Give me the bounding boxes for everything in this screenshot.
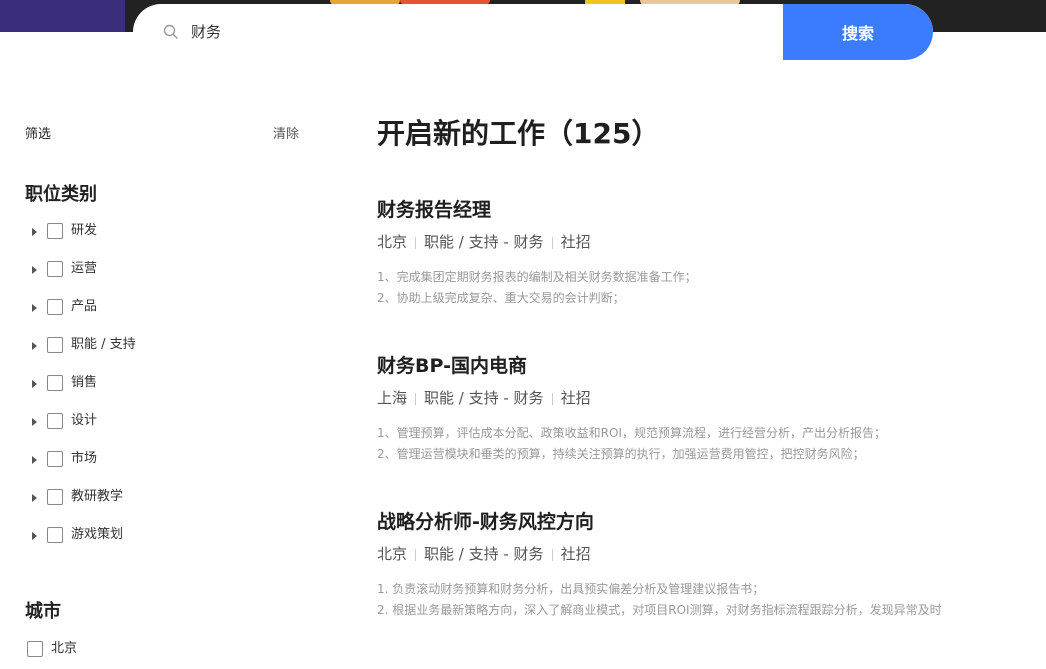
job-category: 职能 / 支持 - 财务 <box>424 233 544 251</box>
job-meta: 北京 职能 / 支持 - 财务 社招 <box>377 231 1046 252</box>
category-item-game-design[interactable]: 游戏策划 <box>25 525 285 563</box>
category-checkbox[interactable] <box>47 489 63 505</box>
job-category: 职能 / 支持 - 财务 <box>424 545 544 563</box>
expand-caret-icon[interactable] <box>32 532 37 540</box>
expand-caret-icon[interactable] <box>32 228 37 236</box>
search-input[interactable]: 财务 <box>191 22 221 42</box>
job-city: 北京 <box>377 545 408 563</box>
job-city: 北京 <box>377 233 408 251</box>
divider <box>415 392 417 405</box>
city-label: 北京 <box>51 641 78 656</box>
job-description: 1. 负责滚动财务预算和财务分析，出具预实偏差分析及管理建议报告书； 2. 根据… <box>377 579 1046 621</box>
job-desc-line: 2、管理运营模块和垂类的预算，持续关注预算的执行，加强运营费用管控，把控财务风险… <box>377 447 865 461</box>
filter-header: 筛选 清除 <box>25 118 305 146</box>
expand-caret-icon[interactable] <box>32 266 37 274</box>
job-title[interactable]: 财务报告经理 <box>377 195 1046 222</box>
category-label: 市场 <box>71 451 98 466</box>
category-checkbox[interactable] <box>47 413 63 429</box>
job-type: 社招 <box>560 389 591 407</box>
job-type: 社招 <box>560 545 591 563</box>
category-checkbox[interactable] <box>47 337 63 353</box>
expand-caret-icon[interactable] <box>32 304 37 312</box>
category-checkbox[interactable] <box>47 451 63 467</box>
job-desc-line: 2. 根据业务最新策略方向，深入了解商业模式，对项目ROI测算，对财务指标流程跟… <box>377 603 942 617</box>
job-description: 1、管理预算，评估成本分配、政策收益和ROI，规范预算流程，进行经营分析，产出分… <box>377 423 1046 465</box>
job-card[interactable]: 财务报告经理 北京 职能 / 支持 - 财务 社招 1、完成集团定期财务报表的编制及… <box>377 195 1046 309</box>
search-icon <box>163 24 178 39</box>
category-label: 游戏策划 <box>71 527 124 542</box>
category-checkbox[interactable] <box>47 261 63 277</box>
expand-caret-icon[interactable] <box>32 342 37 350</box>
job-title[interactable]: 战略分析师-财务风控方向 <box>377 507 1046 534</box>
city-item-beijing[interactable]: 北京 <box>25 639 225 669</box>
category-label: 教研教学 <box>71 489 124 504</box>
category-checkbox[interactable] <box>47 223 63 239</box>
search-bar: 财务 搜索 <box>133 4 933 60</box>
city-list: 北京 <box>25 639 225 669</box>
divider <box>415 236 417 249</box>
divider <box>551 548 553 561</box>
job-title[interactable]: 财务BP-国内电商 <box>377 351 1046 378</box>
category-item-marketing[interactable]: 市场 <box>25 449 285 487</box>
search-button[interactable]: 搜索 <box>783 4 933 60</box>
expand-caret-icon[interactable] <box>32 494 37 502</box>
job-meta: 北京 职能 / 支持 - 财务 社招 <box>377 543 1046 564</box>
divider <box>551 392 553 405</box>
category-item-functional-support[interactable]: 职能 / 支持 <box>25 335 285 373</box>
job-desc-line: 2、协助上级完成复杂、重大交易的会计判断； <box>377 291 625 305</box>
category-label: 设计 <box>71 413 98 428</box>
expand-caret-icon[interactable] <box>32 418 37 426</box>
expand-caret-icon[interactable] <box>32 380 37 388</box>
job-city: 上海 <box>377 389 408 407</box>
category-label: 产品 <box>71 299 98 314</box>
job-desc-line: 1、完成集团定期财务报表的编制及相关财务数据准备工作； <box>377 270 697 284</box>
category-section-title: 职位类别 <box>25 184 97 205</box>
divider <box>415 548 417 561</box>
category-item-teaching[interactable]: 教研教学 <box>25 487 285 525</box>
job-type: 社招 <box>560 233 591 251</box>
clear-filters-button[interactable]: 清除 <box>273 123 299 142</box>
job-meta: 上海 职能 / 支持 - 财务 社招 <box>377 387 1046 408</box>
job-card[interactable]: 财务BP-国内电商 上海 职能 / 支持 - 财务 社招 1、管理预算，评估成本分配… <box>377 351 1046 465</box>
filter-title: 筛选 <box>25 127 52 142</box>
category-checkbox[interactable] <box>47 527 63 543</box>
category-item-operations[interactable]: 运营 <box>25 259 285 297</box>
category-checkbox[interactable] <box>47 375 63 391</box>
city-section-title: 城市 <box>25 601 61 622</box>
expand-caret-icon[interactable] <box>32 456 37 464</box>
job-card[interactable]: 战略分析师-财务风控方向 北京 职能 / 支持 - 财务 社招 1. 负责滚动财务预… <box>377 507 1046 621</box>
category-item-product[interactable]: 产品 <box>25 297 285 335</box>
job-category: 职能 / 支持 - 财务 <box>424 389 544 407</box>
divider <box>551 236 553 249</box>
city-checkbox[interactable] <box>27 641 43 657</box>
job-description: 1、完成集团定期财务报表的编制及相关财务数据准备工作； 2、协助上级完成复杂、重… <box>377 267 1046 309</box>
category-item-sales[interactable]: 销售 <box>25 373 285 411</box>
category-label: 销售 <box>71 375 98 390</box>
banner-purple-block <box>0 0 125 32</box>
category-checkbox[interactable] <box>47 299 63 315</box>
filter-sidebar: 筛选 清除 职位类别 研发 运营 产品 职能 / 支持 销售 设计 市场 教研教… <box>25 118 305 657</box>
category-item-design[interactable]: 设计 <box>25 411 285 449</box>
category-label: 运营 <box>71 261 98 276</box>
job-desc-line: 1、管理预算，评估成本分配、政策收益和ROI，规范预算流程，进行经营分析，产出分… <box>377 426 886 440</box>
category-label: 职能 / 支持 <box>71 337 136 352</box>
category-list: 研发 运营 产品 职能 / 支持 销售 设计 市场 教研教学 游戏策划 <box>25 221 285 563</box>
category-item-research[interactable]: 研发 <box>25 221 285 259</box>
job-desc-line: 1. 负责滚动财务预算和财务分析，出具预实偏差分析及管理建议报告书； <box>377 582 765 596</box>
page-title: 开启新的工作（125） <box>377 117 660 150</box>
category-label: 研发 <box>71 223 98 238</box>
